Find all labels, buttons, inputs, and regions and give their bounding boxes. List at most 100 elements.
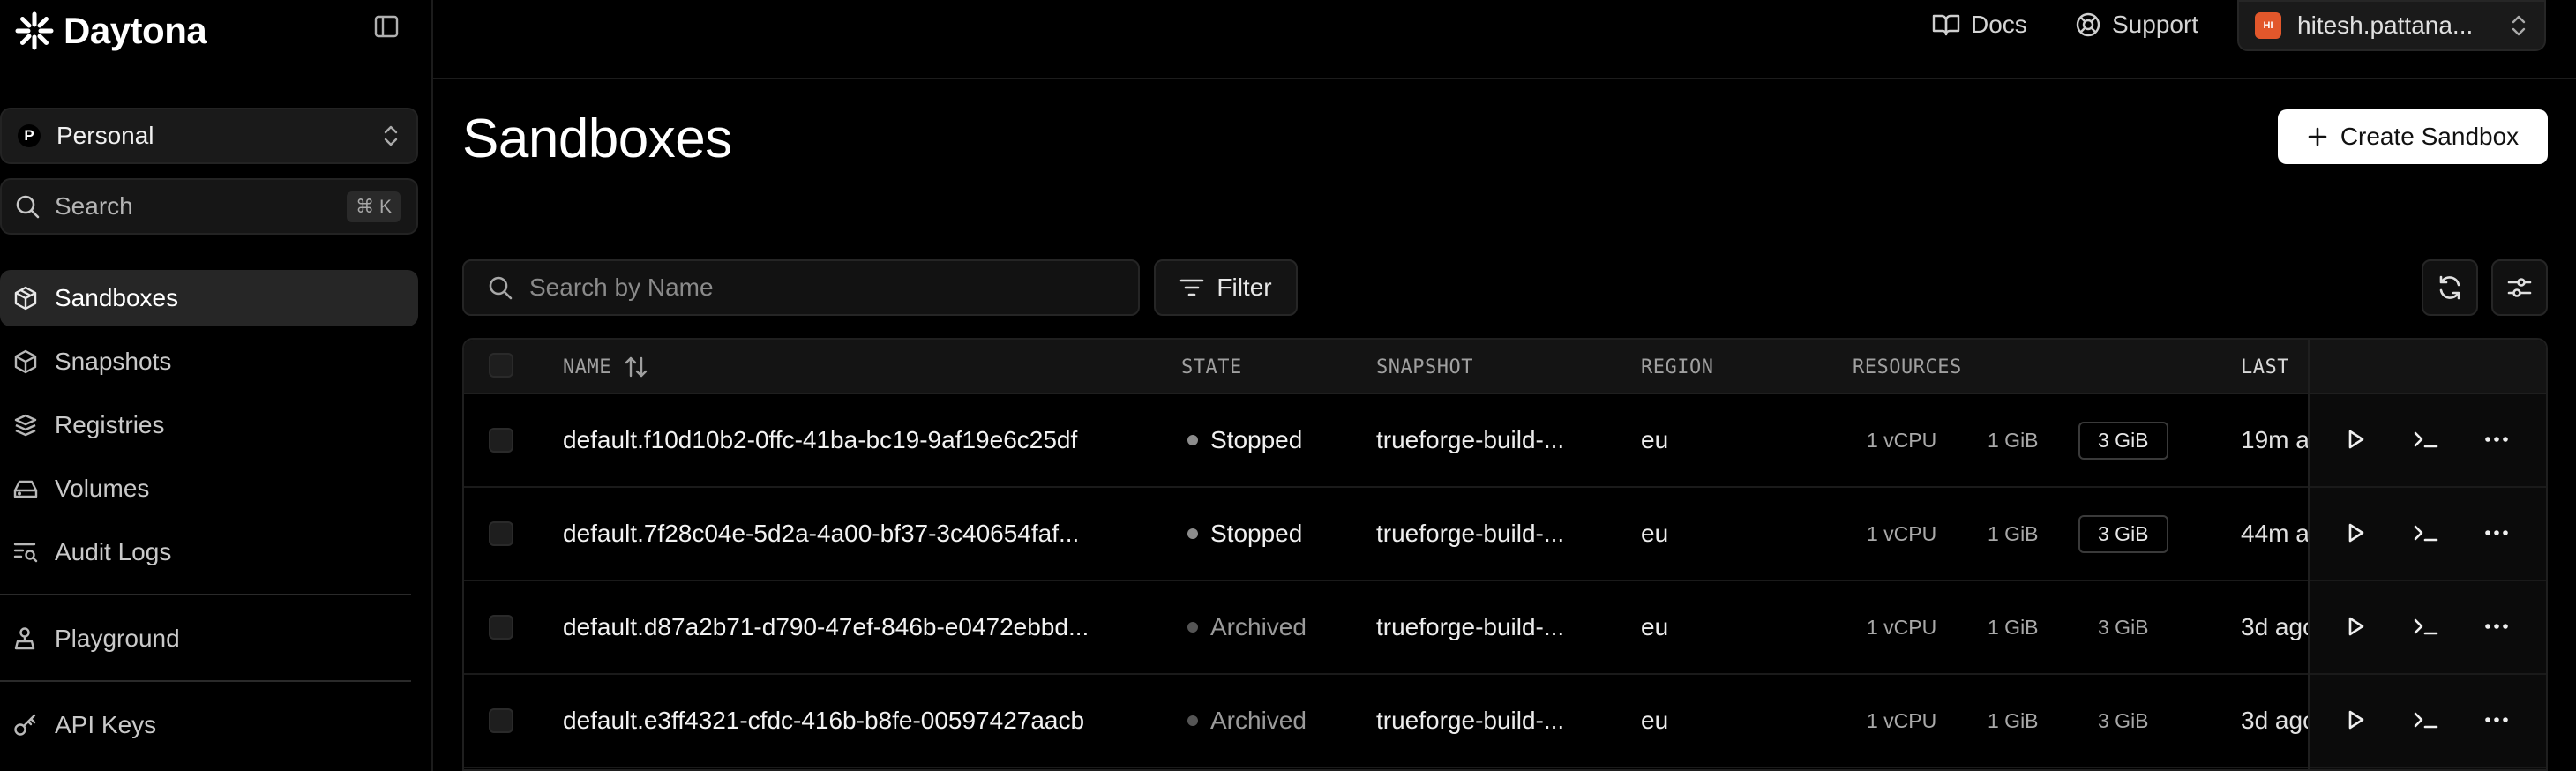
search-icon: [487, 274, 513, 301]
state-badge: Archived: [1187, 581, 1307, 673]
life-buoy-icon: [2075, 11, 2101, 38]
cpu-value: 1 vCPU: [1867, 521, 1937, 545]
disk-value: 3 GiB: [2098, 615, 2149, 639]
snapshot-name: trueforge-build-...: [1376, 707, 1565, 734]
state-dot: [1187, 622, 1198, 633]
more-actions-button[interactable]: [2479, 422, 2514, 457]
flask-icon: [12, 625, 39, 652]
state-dot: [1187, 435, 1198, 445]
sandbox-search[interactable]: [462, 259, 1140, 316]
more-horizontal-icon: [2484, 529, 2509, 536]
row-actions: [2310, 488, 2546, 581]
create-sandbox-button[interactable]: Create Sandbox: [2278, 109, 2548, 164]
sidebar-item-snapshots[interactable]: Snapshots: [0, 333, 418, 390]
plus-icon: [2307, 126, 2328, 147]
docs-link[interactable]: Docs: [1932, 7, 2027, 42]
search-by-name-input[interactable]: [529, 273, 1129, 302]
column-header-snapshot[interactable]: SNAPSHOT: [1376, 340, 1473, 394]
start-sandbox-button[interactable]: [2338, 702, 2373, 737]
more-actions-button[interactable]: [2479, 515, 2514, 550]
chevrons-up-down-icon: [381, 124, 401, 147]
daytona-logo-icon: [14, 11, 55, 51]
more-actions-button[interactable]: [2479, 609, 2514, 644]
sidebar: Daytona P Personal Search ⌘ K Sandboxes …: [0, 0, 433, 771]
sidebar-item-label: Playground: [55, 625, 180, 652]
column-header-state[interactable]: STATE: [1181, 340, 1242, 394]
column-header-region[interactable]: REGION: [1641, 340, 1713, 394]
box-icon: [12, 285, 39, 311]
cpu-value: 1 vCPU: [1867, 428, 1937, 452]
column-settings-button[interactable]: [2491, 259, 2548, 316]
state-dot: [1187, 715, 1198, 726]
sidebar-divider: [0, 594, 411, 595]
sidebar-item-api-keys[interactable]: API Keys: [0, 697, 418, 753]
docs-label: Docs: [1971, 11, 2027, 38]
column-header-resources[interactable]: RESOURCES: [1853, 340, 1962, 394]
start-sandbox-button[interactable]: [2338, 515, 2373, 550]
open-terminal-button[interactable]: [2408, 422, 2444, 457]
sidebar-item-sandboxes[interactable]: Sandboxes: [0, 270, 418, 326]
memory-value: 1 GiB: [1988, 428, 2039, 452]
row-checkbox[interactable]: [489, 615, 513, 640]
column-header-last-event[interactable]: LAST: [2241, 340, 2289, 394]
last-event-value: 19m ago: [2241, 426, 2311, 453]
chevrons-up-down-icon: [2509, 14, 2528, 37]
state-label: Stopped: [1210, 426, 1303, 453]
sidebar-item-label: Registries: [55, 411, 165, 438]
play-icon: [2344, 708, 2367, 731]
table-row[interactable]: default.f10d10b2-0ffc-41ba-bc19-9af19e6c…: [464, 394, 2546, 488]
refresh-button[interactable]: [2422, 259, 2478, 316]
table-row[interactable]: default.7f28c04e-5d2a-4a00-bf37-3c40654f…: [464, 488, 2546, 581]
start-sandbox-button[interactable]: [2338, 422, 2373, 457]
terminal-icon: [2413, 521, 2439, 544]
user-name: hitesh.pattana...: [2297, 11, 2474, 39]
row-checkbox[interactable]: [489, 708, 513, 733]
more-horizontal-icon: [2484, 623, 2509, 630]
table-header: NAME STATE SNAPSHOT REGION RESOURCES LAS…: [464, 340, 2546, 394]
search-icon: [14, 193, 41, 220]
sandbox-name[interactable]: default.d87a2b71-d790-47ef-846b-e0472ebb…: [563, 581, 1089, 673]
last-event-value: 44m ago: [2241, 520, 2311, 547]
start-sandbox-button[interactable]: [2338, 609, 2373, 644]
organization-selector[interactable]: P Personal: [0, 108, 418, 164]
search-shortcut: ⌘ K: [347, 191, 401, 222]
sandbox-name[interactable]: default.7f28c04e-5d2a-4a00-bf37-3c40654f…: [563, 488, 1079, 580]
open-terminal-button[interactable]: [2408, 702, 2444, 737]
sidebar-item-volumes[interactable]: Volumes: [0, 460, 418, 517]
state-label: Archived: [1210, 707, 1307, 734]
sidebar-item-registries[interactable]: Registries: [0, 397, 418, 453]
filter-label: Filter: [1217, 273, 1272, 301]
sidebar-item-label: Audit Logs: [55, 538, 172, 565]
sidebar-item-playground[interactable]: Playground: [0, 610, 418, 667]
page-title: Sandboxes: [462, 109, 732, 169]
org-avatar: P: [18, 124, 41, 147]
terminal-icon: [2413, 428, 2439, 451]
sliders-icon: [2505, 273, 2534, 302]
table-row[interactable]: default.d87a2b71-d790-47ef-846b-e0472ebb…: [464, 581, 2546, 675]
user-menu[interactable]: HI hitesh.pattana...: [2237, 0, 2546, 51]
sandbox-name[interactable]: default.e3ff4321-cfdc-416b-b8fe-00597427…: [563, 675, 1084, 767]
state-label: Stopped: [1210, 520, 1303, 547]
terminal-icon: [2413, 708, 2439, 731]
row-checkbox[interactable]: [489, 521, 513, 546]
row-actions: [2310, 581, 2546, 675]
open-terminal-button[interactable]: [2408, 609, 2444, 644]
row-checkbox[interactable]: [489, 428, 513, 453]
sandbox-name[interactable]: default.f10d10b2-0ffc-41ba-bc19-9af19e6c…: [563, 394, 1077, 486]
filter-button[interactable]: Filter: [1154, 259, 1298, 316]
column-header-name[interactable]: NAME: [563, 340, 648, 394]
sidebar-item-audit-logs[interactable]: Audit Logs: [0, 524, 418, 580]
sidebar-item-label: Sandboxes: [55, 284, 179, 311]
support-link[interactable]: Support: [2075, 7, 2198, 42]
sidebar-collapse-button[interactable]: [372, 12, 401, 41]
sidebar-item-label: Volumes: [55, 475, 150, 502]
select-all-checkbox[interactable]: [489, 353, 513, 378]
more-actions-button[interactable]: [2479, 702, 2514, 737]
brand-logo[interactable]: Daytona: [14, 9, 207, 53]
sidebar-search[interactable]: Search ⌘ K: [0, 178, 418, 235]
table-row[interactable]: default.e3ff4321-cfdc-416b-b8fe-00597427…: [464, 675, 2546, 768]
row-actions: [2310, 394, 2546, 488]
open-terminal-button[interactable]: [2408, 515, 2444, 550]
create-sandbox-label: Create Sandbox: [2340, 123, 2520, 150]
layers-icon: [12, 412, 39, 438]
